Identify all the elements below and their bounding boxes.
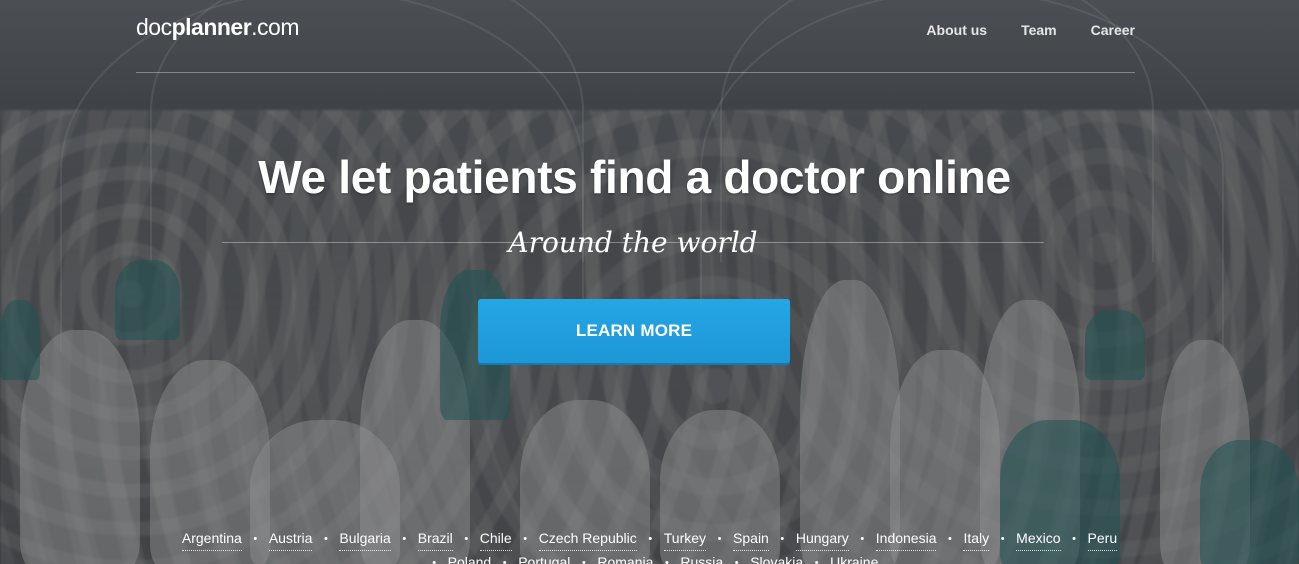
country-portugal[interactable]: Portugal [518,551,570,564]
country-austria[interactable]: Austria [268,527,313,551]
country-argentina[interactable]: Argentina [181,527,242,551]
country-row-2: • Poland • Portugal • Romania • Russia •… [0,551,1299,564]
logo-part-planner: planner [171,14,252,40]
bullet-separator: • [253,532,258,545]
bullet-separator: • [664,556,669,564]
country-peru[interactable]: Peru [1087,527,1118,551]
nav-career[interactable]: Career [1091,22,1135,38]
bullet-separator: • [648,532,653,545]
country-mexico[interactable]: Mexico [1016,527,1061,551]
nav-about-us[interactable]: About us [926,22,987,38]
bullet-separator: • [814,556,819,564]
bullet-separator: • [464,532,469,545]
country-spain[interactable]: Spain [733,527,769,551]
country-brazil[interactable]: Brazil [417,527,453,551]
country-czech-republic[interactable]: Czech Republic [538,527,637,551]
bullet-separator: • [734,556,739,564]
country-row-1: Argentina • Austria • Bulgaria • Brazil … [0,527,1299,551]
logo-part-dotcom: .com [251,14,300,40]
bullet-separator: • [323,532,328,545]
subheadline-text: Around the world [508,226,758,259]
main-nav: About us Team Career [926,22,1135,38]
country-chile[interactable]: Chile [479,527,512,551]
bullet-separator: • [860,532,865,545]
hero-subheadline: Around the world [222,226,1044,259]
logo-part-doc: doc [136,14,172,40]
country-bulgaria[interactable]: Bulgaria [339,527,391,551]
bullet-separator: • [523,532,528,545]
docplanner-logo[interactable]: docplanner.com [136,14,300,41]
hero-section: docplanner.com About us Team Career We l… [0,0,1299,564]
bullet-separator: • [502,556,507,564]
nav-team[interactable]: Team [1021,22,1057,38]
country-list: Argentina • Austria • Bulgaria • Brazil … [0,527,1299,564]
country-slovakia[interactable]: Slovakia [750,551,803,564]
country-poland[interactable]: Poland [448,551,492,564]
subheadline-row: Around the world [222,226,1044,260]
bullet-separator: • [1000,532,1005,545]
learn-more-button[interactable]: LEARN MORE [478,299,790,363]
country-hungary[interactable]: Hungary [795,527,849,551]
top-bar: docplanner.com About us Team Career [136,0,1135,73]
country-romania[interactable]: Romania [597,551,653,564]
country-russia[interactable]: Russia [680,551,723,564]
bullet-separator: • [948,532,952,545]
bullet-separator: • [402,532,407,545]
dark-overlay [0,0,1299,564]
bullet-separator: • [717,532,722,545]
hero-headline: We let patients find a doctor online [258,151,1011,203]
bullet-separator: • [432,556,437,564]
country-ukraine[interactable]: Ukraine [830,551,878,564]
bullet-separator: • [581,556,586,564]
bullet-separator: • [1072,532,1076,545]
country-italy[interactable]: Italy [963,527,990,551]
country-turkey[interactable]: Turkey [663,527,707,551]
bullet-separator: • [780,532,785,545]
country-indonesia[interactable]: Indonesia [875,527,937,551]
